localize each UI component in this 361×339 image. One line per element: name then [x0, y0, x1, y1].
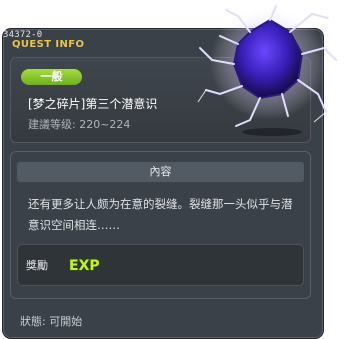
- exp-icon-text: EXP: [69, 258, 100, 274]
- window-title: QUEST INFO: [12, 39, 85, 50]
- dream-crystal-icon: [197, 4, 337, 136]
- reward-label: 獎勵: [26, 259, 48, 272]
- reward-box: 獎勵 EXP: [17, 244, 304, 286]
- quest-category-badge: 一般: [21, 69, 82, 85]
- quest-content-panel: 內容 还有更多让人颇为在意的裂缝。裂缝那一头似乎与潜意识空间相连…… 獎勵 EX…: [10, 151, 311, 299]
- quest-description: 还有更多让人颇为在意的裂缝。裂缝那一头似乎与潜意识空间相连……: [28, 197, 293, 232]
- quest-level-requirement: 建議等级: 220~224: [28, 118, 131, 131]
- exp-icon: EXP: [68, 257, 100, 274]
- quest-status: 狀態: 可開始: [20, 315, 83, 328]
- quest-title: [梦之碎片]第三个潜意识: [28, 97, 158, 111]
- content-section-header: 內容: [17, 162, 304, 182]
